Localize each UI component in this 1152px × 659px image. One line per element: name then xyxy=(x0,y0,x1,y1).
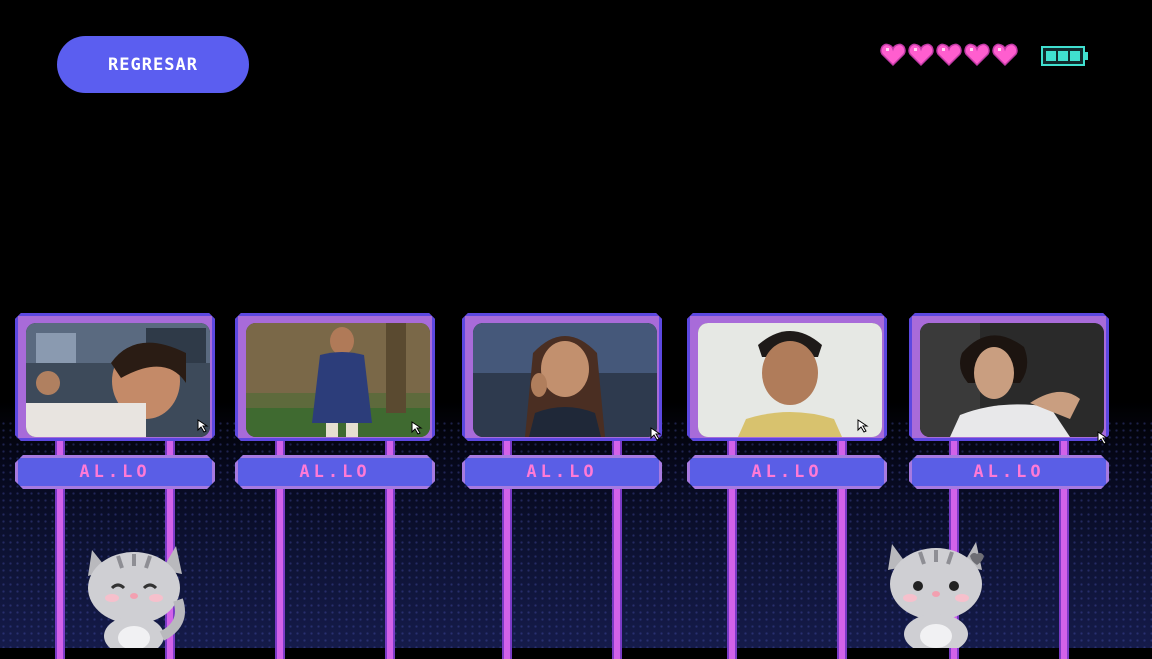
post-upper-left xyxy=(727,441,737,455)
cursor-arrow-icon xyxy=(411,421,423,435)
heart-icon xyxy=(964,43,990,67)
battery-full-icon xyxy=(1041,46,1088,66)
post-upper-right xyxy=(1059,441,1069,455)
post-upper-left xyxy=(55,441,65,455)
post-upper-right xyxy=(165,441,175,455)
post-lower-right xyxy=(612,489,622,659)
photo-young-woman[interactable] xyxy=(473,323,657,437)
post-lower-left xyxy=(502,489,512,659)
heart-icon xyxy=(908,43,934,67)
board-label-plate: AL.LO xyxy=(235,455,435,489)
post-lower-left xyxy=(55,489,65,659)
cursor-arrow-icon xyxy=(650,427,662,441)
board-label-plate: AL.LO xyxy=(687,455,887,489)
post-upper-right xyxy=(612,441,622,455)
heart-icon xyxy=(936,43,962,67)
photo-young-man-selfie[interactable] xyxy=(26,323,210,437)
post-upper-left xyxy=(502,441,512,455)
photo-young-man-curly-hair[interactable] xyxy=(920,323,1104,437)
post-upper-right xyxy=(837,441,847,455)
board-label-plate: AL.LO xyxy=(909,455,1109,489)
board-label-plate: AL.LO xyxy=(15,455,215,489)
board-label: AL.LO xyxy=(751,462,823,482)
cat-mascot-right-icon xyxy=(888,542,984,648)
heart-icon xyxy=(880,43,906,67)
board-frame xyxy=(462,313,662,441)
board-label-plate: AL.LO xyxy=(462,455,662,489)
post-lower-left xyxy=(275,489,285,659)
cat-mascot-left-icon xyxy=(88,546,185,648)
post-lower-right xyxy=(1059,489,1069,659)
board-label: AL.LO xyxy=(79,462,151,482)
board-frame xyxy=(909,313,1109,441)
photo-young-man-yellow-shirt[interactable] xyxy=(698,323,882,437)
post-upper-left xyxy=(275,441,285,455)
cursor-arrow-icon xyxy=(197,419,209,433)
photo-man-blue-shirt[interactable] xyxy=(246,323,430,437)
cursor-arrow-icon xyxy=(857,419,869,433)
post-lower-right xyxy=(837,489,847,659)
post-lower-left xyxy=(727,489,737,659)
board-label: AL.LO xyxy=(973,462,1045,482)
post-upper-right xyxy=(385,441,395,455)
heart-icon xyxy=(992,43,1018,67)
back-button[interactable]: REGRESAR xyxy=(57,36,249,93)
cursor-arrow-icon xyxy=(1097,431,1109,445)
post-lower-right xyxy=(385,489,395,659)
post-upper-left xyxy=(949,441,959,455)
lives-hearts xyxy=(880,42,1018,68)
board-label: AL.LO xyxy=(299,462,371,482)
board-frame xyxy=(235,313,435,441)
board-frame xyxy=(15,313,215,441)
board-label: AL.LO xyxy=(526,462,598,482)
